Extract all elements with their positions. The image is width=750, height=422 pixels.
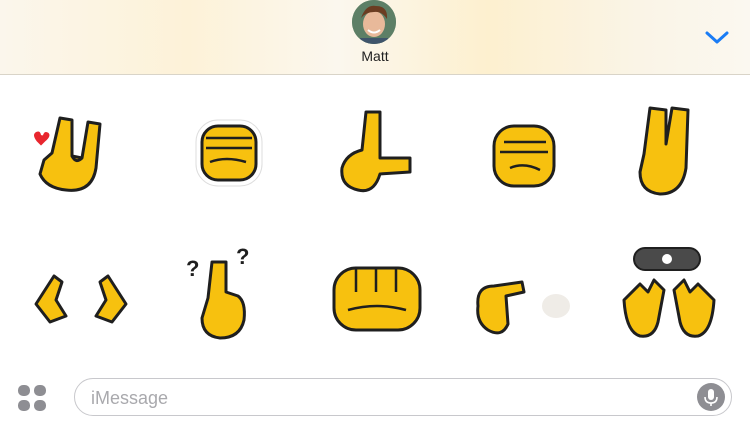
sticker-two-fingers-up-icon[interactable] bbox=[614, 98, 724, 208]
contact-avatar[interactable] bbox=[352, 0, 396, 44]
sticker-loser-l-hand-icon[interactable] bbox=[322, 98, 432, 208]
sticker-confused-finger-point-icon[interactable]: ? ? bbox=[174, 240, 284, 350]
sticker-grid: ? ? bbox=[0, 92, 750, 362]
collapse-chevron-icon[interactable] bbox=[700, 24, 734, 50]
message-input[interactable] bbox=[89, 385, 693, 411]
app-drawer-icon[interactable] bbox=[18, 385, 46, 411]
svg-text:?: ? bbox=[186, 256, 199, 281]
sticker-finger-gun-icon[interactable] bbox=[462, 242, 572, 352]
conversation-header: Matt bbox=[0, 0, 750, 75]
contact-name[interactable]: Matt bbox=[330, 48, 420, 64]
sticker-fist-icon[interactable] bbox=[470, 102, 580, 212]
microphone-icon[interactable] bbox=[697, 383, 725, 411]
imessage-text-field[interactable] bbox=[74, 378, 732, 416]
sticker-jazz-hands-camera-icon[interactable] bbox=[614, 242, 724, 352]
sticker-fist-icon[interactable] bbox=[174, 100, 284, 210]
sticker-punch-fist-icon[interactable] bbox=[322, 244, 432, 354]
svg-text:?: ? bbox=[236, 244, 249, 269]
sticker-rock-on-heart-icon[interactable] bbox=[22, 98, 132, 208]
sticker-double-finger-point-icon[interactable] bbox=[26, 242, 136, 352]
